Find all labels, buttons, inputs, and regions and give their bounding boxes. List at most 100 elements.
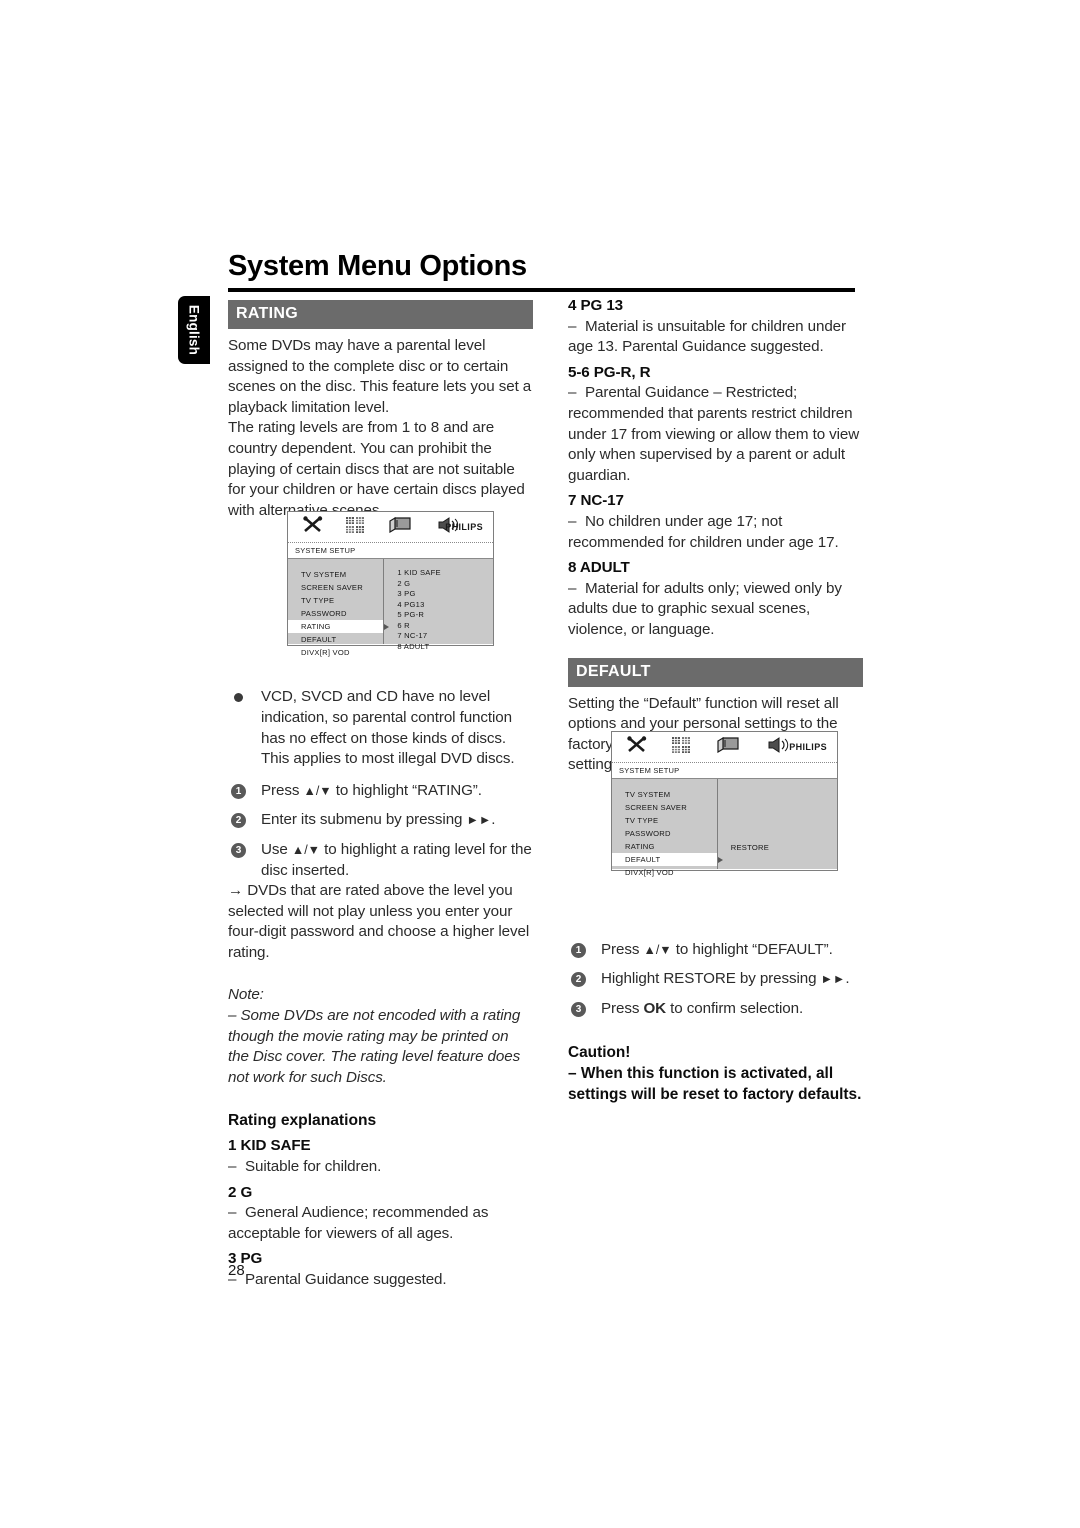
rating-level-3-title: 3 PG: [228, 1250, 263, 1268]
step-number-badge: 1: [231, 783, 246, 799]
step-number-badge: 3: [231, 842, 246, 858]
rating-step-3: 3 Use ▲/▼ to highlight a rating level fo…: [228, 840, 533, 881]
osd-menu-item-rating[interactable]: RATING: [612, 840, 717, 853]
rating-bullet-text: VCD, SVCD and CD have no level indicatio…: [261, 688, 515, 768]
osd-menu-item-divx-vod[interactable]: DIVX[R] VOD: [612, 866, 717, 879]
osd-menu-item-divx-vod[interactable]: DIVX[R] VOD: [288, 646, 383, 659]
up-down-arrow-icon: ▲/▼: [643, 942, 672, 957]
osd-body: TV SYSTEM SCREEN SAVER TV TYPE PASSWORD …: [288, 559, 493, 657]
rating-level-5-6-desc: – Parental Guidance – Restricted; recomme…: [568, 384, 860, 484]
right-column: 4 PG 13 – Material is unsuitable for chil…: [568, 296, 863, 1105]
grid-icon: [346, 516, 365, 538]
osd-submenu-item-pg[interactable]: 3 PG: [397, 589, 493, 600]
osd-toolbar: PHILIPS: [288, 512, 493, 543]
rating-level-7-desc: – No children under age 17; not recommend…: [568, 512, 839, 551]
rating-level-4-title: 4 PG 13: [568, 297, 624, 314]
default-step-2: 2 Highlight RESTORE by pressing ►►.: [568, 969, 863, 990]
tools-icon: [302, 516, 324, 538]
osd-toolbar: PHILIPS: [612, 732, 837, 763]
philips-logo: PHILIPS: [445, 522, 483, 532]
osd-setup-label: SYSTEM SETUP: [288, 543, 493, 559]
osd-menu-list: TV SYSTEM SCREEN SAVER TV TYPE PASSWORD …: [612, 779, 718, 877]
default-step-2-before: Highlight RESTORE by pressing: [601, 970, 821, 988]
tv-icon: [389, 516, 412, 538]
osd-menu-item-tv-system[interactable]: TV SYSTEM: [288, 568, 383, 581]
caution-text: – When this function is activated, all s…: [568, 1064, 862, 1103]
rating-step-3-before: Use: [261, 840, 292, 858]
osd-menu-item-default[interactable]: DEFAULT: [288, 633, 383, 646]
bullet-dot-icon: [234, 693, 243, 703]
rating-step-2: 2 Enter its submenu by pressing ►►.: [228, 810, 533, 831]
rating-step-1: 1 Press ▲/▼ to highlight “RATING”.: [228, 781, 533, 802]
language-tab-label: English: [186, 304, 202, 356]
osd-menu-item-password[interactable]: PASSWORD: [612, 827, 717, 840]
page-title: System Menu Options: [228, 250, 527, 282]
osd-submenu-item-r[interactable]: 6 R: [397, 621, 493, 632]
page-number: 28: [228, 1262, 245, 1279]
osd-menu-list: TV SYSTEM SCREEN SAVER TV TYPE PASSWORD …: [288, 559, 385, 657]
rating-level-7-title: 7 NC-17: [568, 492, 624, 510]
caution-label: Caution!: [568, 1043, 631, 1061]
language-tab: English: [178, 296, 210, 364]
osd-menu-item-screen-saver[interactable]: SCREEN SAVER: [288, 581, 383, 594]
left-column: RATING Some DVDs may have a parental lev…: [228, 300, 533, 1291]
fast-forward-icon: ►►: [820, 972, 846, 987]
osd-menu-item-tv-type[interactable]: TV TYPE: [288, 594, 383, 607]
rating-level-3-desc: – Parental Guidance suggested.: [228, 1271, 447, 1288]
osd-menu-item-tv-type[interactable]: TV TYPE: [612, 814, 717, 827]
rating-section-header: RATING: [228, 300, 533, 329]
osd-menu-item-screen-saver[interactable]: SCREEN SAVER: [612, 801, 717, 814]
osd-body: TV SYSTEM SCREEN SAVER TV TYPE PASSWORD …: [612, 779, 837, 877]
manual-page: System Menu Options English RATING Some …: [0, 0, 1080, 1528]
rating-bullet-note: VCD, SVCD and CD have no level indicatio…: [228, 687, 533, 769]
rating-level-8-desc: – Material for adults only; viewed only b…: [568, 579, 842, 638]
ok-button-label: OK: [643, 1000, 667, 1018]
tv-icon: [717, 736, 740, 758]
osd-submenu-item-pg13[interactable]: 4 PG13: [397, 600, 493, 611]
osd-submenu-item-pg-r[interactable]: 5 PG-R: [397, 610, 493, 621]
step-number-badge: 1: [571, 942, 586, 958]
osd-menu-item-rating[interactable]: RATING: [288, 620, 384, 633]
tools-icon: [626, 736, 648, 758]
osd-submenu-list: RESTORE: [718, 779, 837, 869]
default-step-3: 3 Press OK to confirm selection.: [568, 999, 863, 1020]
osd-submenu-item-restore[interactable]: RESTORE: [731, 843, 769, 852]
rating-level-1-desc: – Suitable for children.: [228, 1158, 382, 1176]
osd-menu-item-tv-system[interactable]: TV SYSTEM: [612, 788, 717, 801]
rating-level-4-desc: – Material is unsuitable for children und…: [568, 317, 846, 356]
osd-submenu-list: 1 KID SAFE 2 G 3 PG 4 PG13 5 PG-R 6 R 7 …: [384, 559, 493, 651]
osd-menu-item-default[interactable]: DEFAULT: [612, 853, 717, 866]
rating-level-2-desc: – General Audience; recommended as accept…: [228, 1204, 489, 1242]
up-down-arrow-icon: ▲/▼: [291, 842, 321, 857]
rating-step-1-after: to highlight “RATING”.: [331, 781, 482, 799]
step-number-badge: 2: [231, 813, 246, 829]
default-step-1: 1 Press ▲/▼ to highlight “DEFAULT”.: [568, 940, 863, 961]
default-step-3-after: to confirm selection.: [666, 1000, 804, 1018]
osd-menu-item-password[interactable]: PASSWORD: [288, 607, 383, 620]
rating-step-2-before: Enter its submenu by pressing: [261, 811, 467, 829]
osd-submenu-item-g[interactable]: 2 G: [397, 579, 493, 590]
rating-level-5-6-title: 5-6 PG-R, R: [568, 363, 651, 381]
osd-submenu-item-adult[interactable]: 8 ADULT: [397, 642, 493, 653]
fast-forward-icon: ►►: [466, 813, 492, 828]
grid-icon: [672, 736, 691, 758]
rating-step-2-after: .: [491, 811, 496, 829]
osd-submenu-item-nc-17[interactable]: 7 NC-17: [397, 631, 493, 642]
osd-submenu-item-kid-safe[interactable]: 1 KID SAFE: [397, 568, 493, 579]
title-rule: [228, 288, 855, 292]
step-number-badge: 3: [571, 1002, 586, 1018]
note-label: Note:: [228, 986, 264, 1004]
rating-explanations-heading: Rating explanations: [228, 1112, 377, 1130]
note-text: – Some DVDs are not encoded with a ratin…: [228, 1007, 521, 1086]
philips-logo: PHILIPS: [789, 742, 827, 752]
default-step-1-after: to highlight “DEFAULT”.: [671, 940, 833, 958]
rating-paragraph-2: The rating levels are from 1 to 8 and ar…: [228, 419, 525, 519]
default-step-3-before: Press: [601, 1000, 644, 1018]
rating-level-2-title: 2 G: [228, 1183, 253, 1201]
osd-screenshot-default: PHILIPS SYSTEM SETUP TV SYSTEM SCREEN SA…: [611, 731, 838, 877]
step-number-badge: 2: [571, 972, 586, 988]
osd-setup-label: SYSTEM SETUP: [612, 763, 837, 779]
rating-level-1-title: 1 KID SAFE: [228, 1137, 311, 1155]
rating-level-8-title: 8 ADULT: [568, 559, 630, 577]
default-step-2-after: .: [845, 970, 850, 988]
